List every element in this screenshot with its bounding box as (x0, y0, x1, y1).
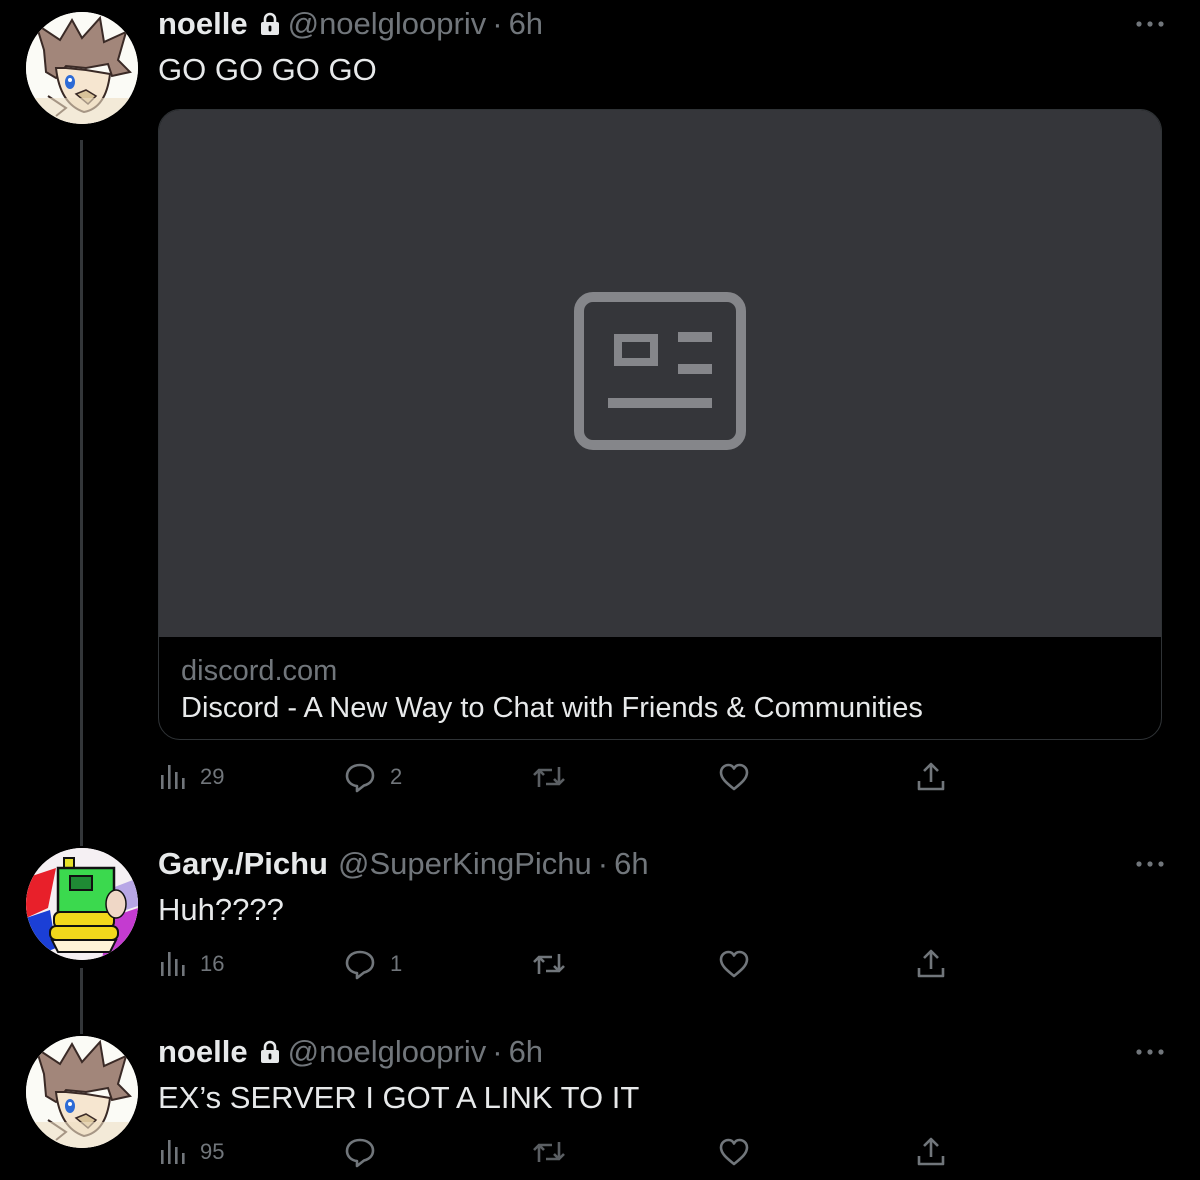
lock-icon (260, 1040, 280, 1064)
reply-button[interactable] (344, 1132, 390, 1172)
share-button[interactable] (916, 944, 946, 984)
author-handle[interactable]: @SuperKingPichu (338, 844, 592, 884)
retweet-icon (532, 1137, 566, 1167)
card-domain: discord.com (181, 655, 338, 687)
retweet-button[interactable] (532, 944, 566, 984)
action-bar: 16 1 (158, 944, 958, 984)
share-icon (916, 948, 946, 980)
action-bar: 95 (158, 1132, 958, 1172)
tweet[interactable]: noelle @noelgloopriv · 6h EX’s SERVER I … (0, 1028, 1200, 1180)
reply-button[interactable]: 2 (344, 757, 402, 797)
timestamp[interactable]: 6h (509, 4, 543, 44)
like-icon (718, 949, 750, 979)
retweet-button[interactable] (532, 1132, 566, 1172)
author-name[interactable]: Gary./Pichu (158, 844, 328, 884)
author-name[interactable]: noelle (158, 4, 248, 44)
author-handle[interactable]: @noelgloopriv (288, 4, 487, 44)
avatar[interactable] (26, 848, 138, 960)
article-placeholder-icon (574, 292, 746, 455)
retweet-button[interactable] (532, 757, 566, 797)
tweet[interactable]: noelle @noelgloopriv · 6h GO GO GO GO di… (0, 0, 1200, 820)
retweet-icon (532, 949, 566, 979)
share-button[interactable] (916, 1132, 946, 1172)
views-icon (158, 950, 186, 978)
separator-dot: · (492, 6, 503, 41)
author-name[interactable]: noelle (158, 1032, 248, 1072)
retweet-icon (532, 762, 566, 792)
views-count: 95 (200, 1139, 225, 1164)
views-button[interactable]: 29 (158, 757, 224, 797)
views-button[interactable]: 16 (158, 944, 224, 984)
action-bar: 29 2 (158, 757, 958, 797)
like-button[interactable] (718, 757, 750, 797)
more-icon[interactable] (1132, 1042, 1168, 1062)
tweet-text: Huh???? (158, 892, 284, 927)
tweet-text: EX’s SERVER I GOT A LINK TO IT (158, 1080, 640, 1115)
link-card[interactable]: discord.com Discord - A New Way to Chat … (158, 109, 1162, 740)
more-icon[interactable] (1132, 854, 1168, 874)
lock-icon (260, 12, 280, 36)
reply-icon (344, 1136, 376, 1168)
share-icon (916, 761, 946, 793)
views-icon (158, 763, 186, 791)
card-media (159, 110, 1161, 637)
separator-dot: · (597, 846, 609, 881)
share-icon (916, 1136, 946, 1168)
reply-icon (344, 948, 376, 980)
like-button[interactable] (718, 944, 750, 984)
card-title: Discord - A New Way to Chat with Friends… (181, 692, 923, 724)
more-icon[interactable] (1132, 14, 1168, 34)
tweet[interactable]: Gary./Pichu @SuperKingPichu · 6h Huh????… (0, 836, 1200, 1008)
separator-dot: · (492, 1034, 503, 1069)
like-button[interactable] (718, 1132, 750, 1172)
avatar[interactable] (26, 12, 138, 124)
reply-count: 1 (390, 951, 403, 976)
reply-icon (344, 761, 376, 793)
like-icon (718, 1137, 750, 1167)
views-icon (158, 1138, 186, 1166)
share-button[interactable] (916, 757, 946, 797)
avatar[interactable] (26, 1036, 138, 1148)
timestamp[interactable]: 6h (614, 844, 648, 884)
timestamp[interactable]: 6h (509, 1032, 543, 1072)
reply-count: 2 (390, 764, 403, 789)
reply-button[interactable]: 1 (344, 944, 402, 984)
tweet-text: GO GO GO GO (158, 52, 377, 87)
views-count: 16 (200, 951, 225, 976)
views-button[interactable]: 95 (158, 1132, 224, 1172)
views-count: 29 (200, 764, 225, 789)
author-handle[interactable]: @noelgloopriv (288, 1032, 487, 1072)
like-icon (718, 762, 750, 792)
